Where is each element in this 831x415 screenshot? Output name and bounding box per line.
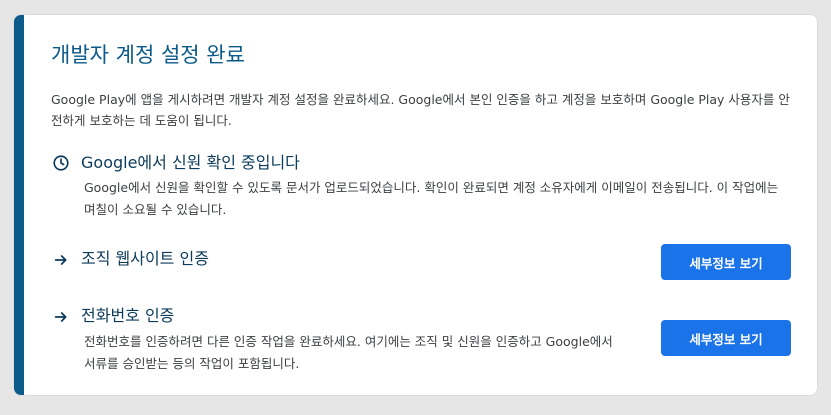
clock-icon — [51, 153, 71, 173]
phone-verification-heading: 전화번호 인증 — [81, 306, 175, 325]
phone-verification-description: 전화번호를 인증하려면 다른 인증 작업을 완료하세요. 여기에는 조직 및 신… — [84, 334, 613, 371]
phone-verification-details-button[interactable]: 세부정보 보기 — [661, 320, 791, 356]
identity-verification-heading: Google에서 신원 확인 중입니다 — [81, 153, 300, 172]
website-verification-details-button[interactable]: 세부정보 보기 — [661, 244, 791, 280]
arrow-right-icon — [51, 307, 71, 327]
website-verification-heading: 조직 웹사이트 인증 — [81, 249, 209, 268]
arrow-right-icon — [51, 250, 71, 270]
card-intro-text: Google Play에 앱을 게시하려면 개발자 계정 설정을 완료하세요. … — [51, 92, 790, 128]
card-title: 개발자 계정 설정 완료 — [51, 43, 245, 67]
accent-bar — [14, 15, 24, 395]
identity-verification-description: Google에서 신원을 확인할 수 있도록 문서가 업로드되었습니다. 확인이… — [84, 180, 779, 217]
developer-account-setup-card: 개발자 계정 설정 완료 Google Play에 앱을 게시하려면 개발자 계… — [13, 14, 818, 396]
